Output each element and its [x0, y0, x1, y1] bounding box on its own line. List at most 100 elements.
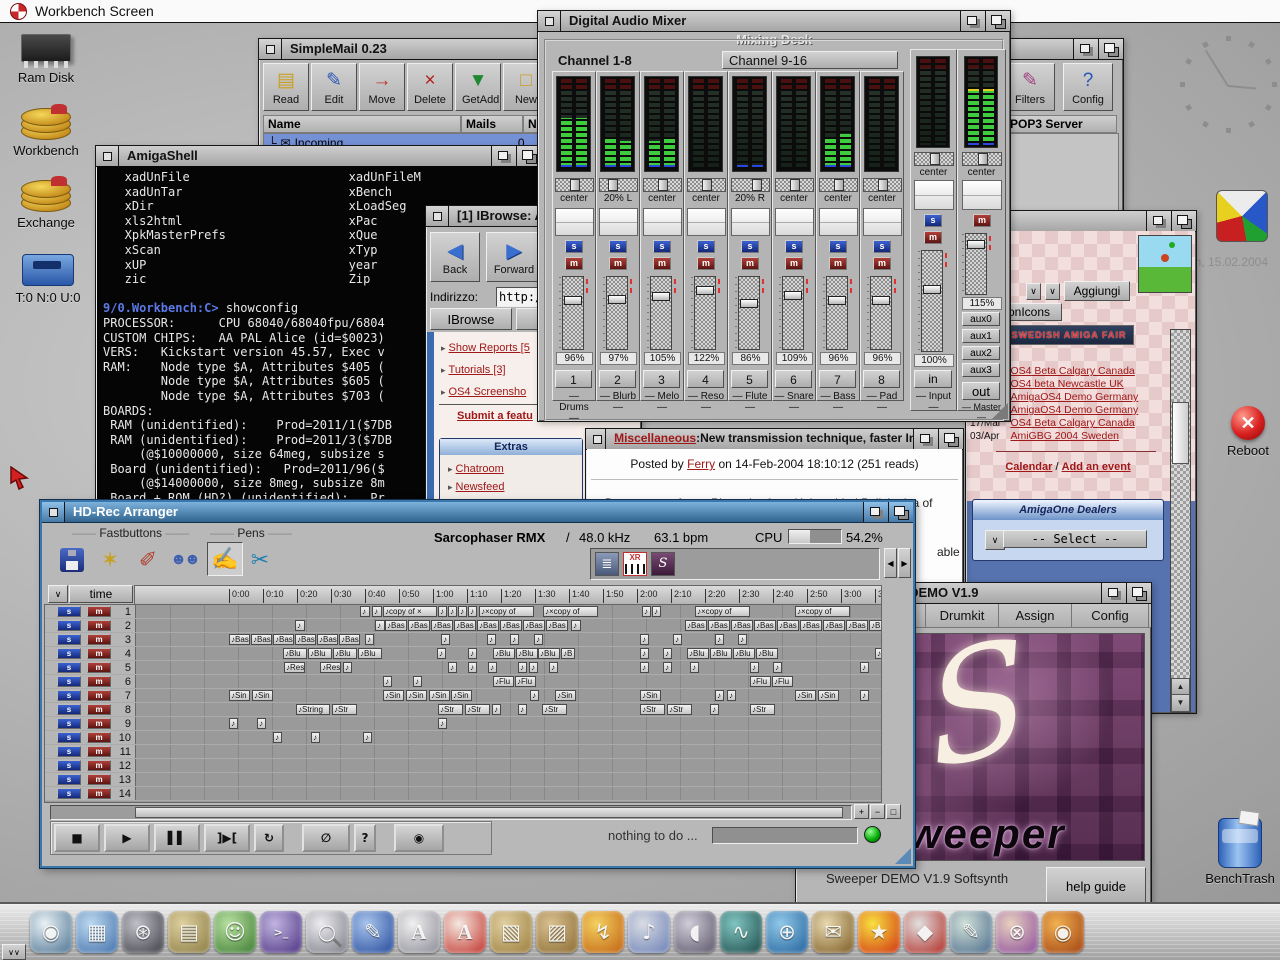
image-viewer-icon[interactable]: ▦: [76, 911, 118, 953]
dock-collapse-icon[interactable]: ∨∨: [2, 944, 26, 960]
audio-wave-icon[interactable]: ∿: [720, 911, 762, 953]
master-fader[interactable]: [965, 233, 987, 295]
desktop-icon-tdrive[interactable]: T:0 N:0 U:0: [6, 250, 90, 305]
audio-clip[interactable]: ♪Bas: [846, 620, 868, 631]
depth-gadget-icon[interactable]: [938, 429, 963, 449]
forward-button[interactable]: ▶ Forward: [486, 232, 542, 282]
audio-clip[interactable]: ♪Flu: [515, 676, 536, 687]
audio-clip[interactable]: ♪Sin: [818, 690, 839, 701]
tab-drumkit[interactable]: Drumkit: [926, 604, 999, 627]
page-link[interactable]: OS4 Screensho: [449, 386, 527, 398]
pan-slider[interactable]: [687, 178, 726, 192]
track-solo-button[interactable]: s: [57, 606, 81, 617]
fader-thumb[interactable]: [872, 296, 890, 305]
audio-clip[interactable]: ♪Bas: [754, 620, 776, 631]
fader-thumb[interactable]: [652, 292, 670, 301]
audio-clip[interactable]: ♪×copy of: [543, 606, 598, 617]
juggler-image[interactable]: [1138, 235, 1192, 293]
audio-clip[interactable]: ♪: [571, 620, 581, 631]
channel-number-button[interactable]: 2: [599, 370, 636, 388]
desktop-icon-ramdisk[interactable]: Ram Disk: [4, 28, 88, 85]
audio-clip[interactable]: ♪: [738, 634, 747, 645]
audio-clip[interactable]: ♪Res: [284, 662, 305, 673]
audio-clip[interactable]: ♪Sin: [451, 690, 472, 701]
audio-clip[interactable]: ♪Str: [667, 704, 692, 715]
track-solo-button[interactable]: s: [57, 746, 81, 757]
audio-clip[interactable]: ♪Sin: [429, 690, 450, 701]
zoom-gadget-button[interactable]: −: [870, 804, 885, 819]
page-link[interactable]: Tutorials [3]: [449, 364, 506, 376]
audio-clip[interactable]: ♪: [438, 718, 447, 729]
audio-clip[interactable]: ♪Sin: [383, 690, 404, 701]
zoom-gadget-button[interactable]: □: [886, 804, 901, 819]
volume-fader[interactable]: [650, 276, 672, 350]
solo-button[interactable]: s: [697, 240, 715, 253]
package-box-icon[interactable]: ▨: [536, 911, 578, 953]
audio-clip[interactable]: ♪: [642, 606, 651, 617]
pan-thumb[interactable]: [878, 179, 888, 191]
page-link[interactable]: Show Reports [5: [449, 342, 530, 354]
track-mute-button[interactable]: m: [87, 704, 111, 715]
extras-link[interactable]: Newsfeed: [456, 481, 505, 493]
color-prefs-icon[interactable]: [1216, 190, 1268, 242]
track-solo-button[interactable]: s: [57, 704, 81, 715]
audio-clip[interactable]: ♪Blu: [687, 648, 709, 659]
audio-clip[interactable]: ♪: [383, 676, 392, 687]
track-lane[interactable]: [137, 745, 881, 758]
depth-gadget-icon[interactable]: [888, 502, 913, 522]
audio-clip[interactable]: ♪: [343, 662, 352, 673]
pan-thumb[interactable]: [790, 179, 800, 191]
audio-clip[interactable]: ♪: [710, 704, 719, 715]
track-lane[interactable]: ♪♪♪copy of ×♪♪♪♪♪×copy of♪×copy of♪♪♪×co…: [137, 605, 881, 618]
aux-button[interactable]: aux2: [962, 346, 1000, 360]
scissors-icon[interactable]: ✂: [243, 544, 277, 576]
tab-assign[interactable]: Assign: [999, 604, 1072, 627]
track-mute-button[interactable]: m: [87, 774, 111, 785]
audio-clip[interactable]: ♪: [715, 634, 724, 645]
add-event-link[interactable]: Add an event: [1062, 461, 1131, 473]
event-link[interactable]: AmiGBG 2004 Sweden: [1010, 430, 1119, 442]
mixer-tool-icon[interactable]: ≣: [595, 552, 619, 576]
window-titlebar[interactable]: AmigaShell: [96, 146, 541, 167]
strip-scroll-left-icon[interactable]: ◀: [884, 548, 897, 578]
audio-clip[interactable]: ♪: [773, 662, 782, 673]
calendar-link[interactable]: Calendar: [1005, 461, 1052, 473]
channel-number-button[interactable]: 5: [731, 370, 768, 388]
audio-clip[interactable]: ♪Bas: [408, 620, 430, 631]
track-lane[interactable]: [137, 759, 881, 772]
audio-clip[interactable]: ♪: [529, 662, 538, 673]
mute-button[interactable]: m: [873, 257, 891, 270]
audio-clip[interactable]: ♪: [273, 732, 282, 743]
xr-keyboard-icon[interactable]: XR: [623, 552, 647, 576]
depth-gadget-icon[interactable]: [1098, 39, 1123, 59]
audio-clip[interactable]: ♪: [510, 634, 519, 645]
scroll-down-icon[interactable]: ▼: [1171, 694, 1190, 712]
mail-toolbar-button[interactable]: ✎ Edit: [311, 63, 357, 111]
pan-thumb[interactable]: [930, 153, 940, 165]
mute-button[interactable]: m: [785, 257, 803, 270]
movie-player-icon[interactable]: ⊛: [122, 911, 164, 953]
audio-clip[interactable]: ♪Str: [640, 704, 665, 715]
audio-clip[interactable]: ♪: [860, 662, 869, 673]
pan-slider[interactable]: [731, 178, 770, 192]
track-mute-button[interactable]: m: [87, 746, 111, 757]
resize-gadget[interactable]: [895, 848, 911, 864]
eraser-icon[interactable]: ✐: [131, 544, 165, 576]
close-gadget-icon[interactable]: [96, 146, 119, 166]
users-icon[interactable]: ☻☻: [167, 544, 201, 576]
audio-clip[interactable]: ♪Sin: [555, 690, 576, 701]
audio-clip[interactable]: ♪Blu: [333, 648, 357, 659]
depth-gadget-icon[interactable]: [1126, 583, 1151, 603]
magic-wand-icon[interactable]: ✶: [93, 544, 127, 576]
track-mute-button[interactable]: m: [87, 718, 111, 729]
vertical-scrollbar[interactable]: ▲ ▼: [1170, 329, 1191, 713]
audio-clip[interactable]: ♪Sin: [229, 690, 250, 701]
solo-button[interactable]: s: [924, 214, 942, 227]
audio-clip[interactable]: ♪Flu: [493, 676, 514, 687]
audio-clip[interactable]: ♪Bas: [385, 620, 407, 631]
track-lane[interactable]: ♪♪♪Bas♪Bas♪Bas♪Bas♪Bas♪Bas♪Bas♪Bas♪♪Bas♪…: [137, 619, 881, 632]
audio-clip[interactable]: ♪String: [296, 704, 330, 715]
tab-channel-1-8[interactable]: Channel 1-8: [558, 53, 632, 68]
track-lane[interactable]: ♪♪♪: [137, 731, 881, 744]
volume-fader[interactable]: [606, 276, 628, 350]
